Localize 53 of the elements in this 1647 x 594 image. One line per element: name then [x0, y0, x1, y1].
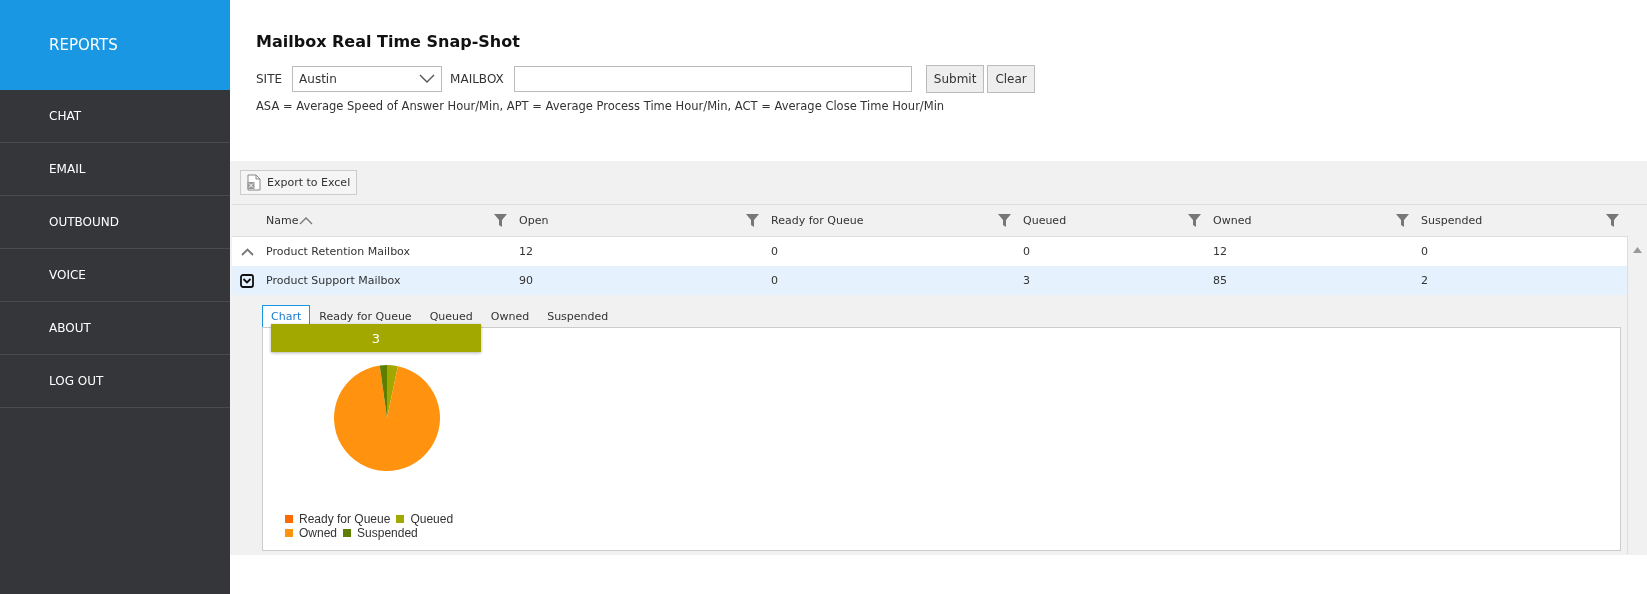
- legend-note: ASA = Average Speed of Answer Hour/Min, APT = Average Process Time Hour/Min, ACT = Average Close Time Hour/Min: [256, 99, 946, 113]
- table-cell: Product Support Mailbox: [266, 274, 401, 287]
- chevron-down-icon: [419, 74, 436, 84]
- table-cell: 90: [519, 274, 533, 287]
- collapse-box-icon[interactable]: [240, 273, 254, 288]
- filter-icon[interactable]: [998, 214, 1011, 227]
- table-cell: 3: [1023, 274, 1030, 287]
- mailbox-label: MAILBOX: [450, 72, 504, 86]
- site-label: SITE: [256, 72, 283, 86]
- column-header[interactable]: Owned: [1213, 214, 1252, 227]
- legend-label: Owned: [299, 526, 338, 540]
- legend-label: Queued: [410, 512, 454, 526]
- chart-tooltip: 3: [271, 324, 481, 352]
- filter-icon[interactable]: [494, 214, 507, 227]
- caret-up-icon[interactable]: [240, 247, 254, 256]
- detail-tab[interactable]: Chart: [262, 305, 311, 327]
- detail-tab[interactable]: Ready for Queue: [310, 305, 421, 327]
- form-button[interactable]: Submit: [925, 65, 985, 93]
- table-cell: 0: [771, 245, 778, 258]
- column-header[interactable]: Suspended: [1421, 214, 1483, 227]
- table-row[interactable]: Product Support Mailbox 90 0 3 85 2: [232, 266, 1627, 295]
- sidebar-header: REPORTS: [0, 0, 230, 90]
- filter-icon[interactable]: [1188, 214, 1201, 227]
- detail-tab[interactable]: Queued: [420, 305, 482, 327]
- page-title: Mailbox Real Time Snap-Shot: [256, 32, 521, 51]
- form-button[interactable]: Clear: [987, 65, 1035, 93]
- site-dropdown[interactable]: Austin: [292, 66, 443, 92]
- table-cell: 0: [1421, 245, 1428, 258]
- detail-tab[interactable]: Owned: [481, 305, 539, 327]
- filter-icon[interactable]: [1396, 214, 1409, 227]
- table-cell: 85: [1213, 274, 1227, 287]
- detail-tab[interactable]: Suspended: [538, 305, 618, 327]
- sort-ascending-icon: [299, 216, 314, 225]
- nav-item[interactable]: CHAT: [0, 90, 230, 143]
- column-header[interactable]: Open: [519, 214, 549, 227]
- table-row[interactable]: Product Retention Mailbox 12 0 0 12 0: [232, 237, 1627, 266]
- table-cell: 12: [519, 245, 533, 258]
- filter-icon[interactable]: [1606, 214, 1619, 227]
- export-button[interactable]: Export to Excel: [240, 170, 358, 195]
- column-header[interactable]: Name: [266, 214, 299, 227]
- table-cell: 2: [1421, 274, 1428, 287]
- scroll-up-icon[interactable]: [1633, 247, 1642, 253]
- column-header[interactable]: Ready for Queue: [771, 214, 864, 227]
- spreadsheet-file-icon: [247, 174, 261, 191]
- legend-label: Suspended: [357, 526, 418, 540]
- filter-icon[interactable]: [746, 214, 759, 227]
- column-header[interactable]: Queued: [1023, 214, 1067, 227]
- legend-label: Ready for Queue: [299, 512, 391, 526]
- table-cell: 0: [771, 274, 778, 287]
- table-cell: 0: [1023, 245, 1030, 258]
- table-cell: Product Retention Mailbox: [266, 245, 411, 258]
- table-cell: 12: [1213, 245, 1227, 258]
- mailbox-field[interactable]: [513, 66, 912, 92]
